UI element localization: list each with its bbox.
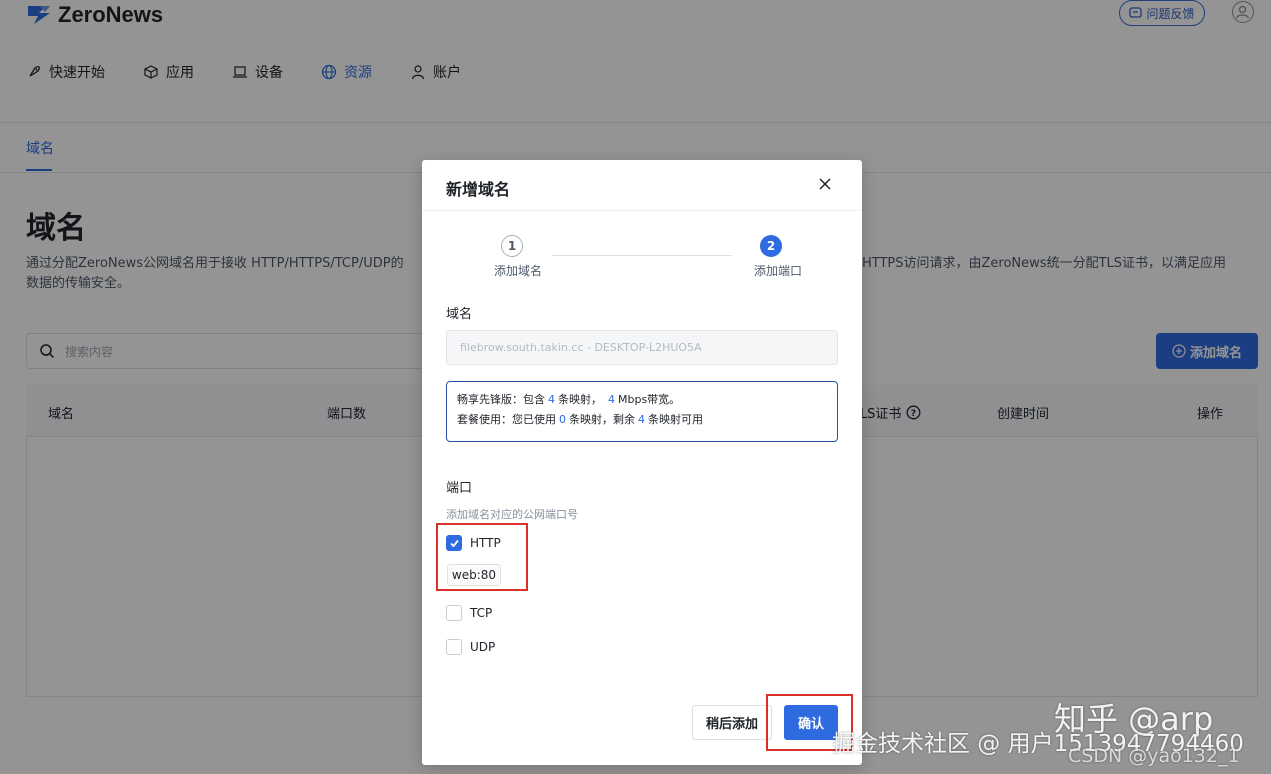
domain-field-label: 域名 [446, 307, 473, 322]
add-later-button[interactable]: 稍后添加 [692, 705, 772, 740]
used-mappings-count: 0 [559, 413, 566, 426]
plan-line-2: 套餐使用：您已使用 0 条映射，剩余 4 条映射可用 [457, 410, 827, 430]
plan-text: 套餐使用：您已使用 [457, 413, 556, 426]
domain-field: filebrow.south.takin.cc - DESKTOP-L2HUO5… [446, 330, 838, 365]
port-field-label: 端口 [446, 481, 473, 496]
add-domain-dialog [422, 160, 862, 765]
step-1-circle: 1 [501, 235, 523, 257]
http-highlight-box [436, 523, 528, 591]
dialog-title: 新增域名 [446, 180, 511, 199]
plan-text: 畅享先锋版：包含 [457, 393, 545, 406]
udp-label[interactable]: UDP [470, 640, 495, 654]
plan-info-box: 畅享先锋版：包含 4 条映射， 4 Mbps带宽。 套餐使用：您已使用 0 条映射，剩余 4 条… [446, 381, 838, 442]
close-button[interactable] [817, 176, 833, 192]
remaining-mappings-count: 4 [638, 413, 645, 426]
step-connector [552, 255, 732, 256]
domain-field-value: filebrow.south.takin.cc - DESKTOP-L2HUO5… [460, 341, 702, 354]
plan-bandwidth: 4 [608, 393, 615, 406]
dialog-divider [422, 210, 862, 211]
step-2-circle: 2 [760, 235, 782, 257]
csdn-watermark: CSDN @yao132_1 [1068, 745, 1240, 767]
port-hint: 添加域名对应的公网端口号 [446, 508, 578, 521]
plan-mappings-count: 4 [548, 393, 555, 406]
plan-text: 条映射，剩余 [569, 413, 635, 426]
tcp-checkbox[interactable] [446, 605, 462, 621]
plan-line-1: 畅享先锋版：包含 4 条映射， 4 Mbps带宽。 [457, 390, 827, 410]
plan-text: 条映射， [558, 393, 602, 406]
step-1-label: 添加域名 [494, 264, 543, 278]
close-icon [819, 178, 831, 190]
plan-text: Mbps带宽。 [618, 393, 681, 406]
step-2-label: 添加端口 [754, 264, 803, 278]
tcp-label[interactable]: TCP [470, 606, 492, 620]
udp-checkbox[interactable] [446, 639, 462, 655]
plan-text: 条映射可用 [648, 413, 703, 426]
